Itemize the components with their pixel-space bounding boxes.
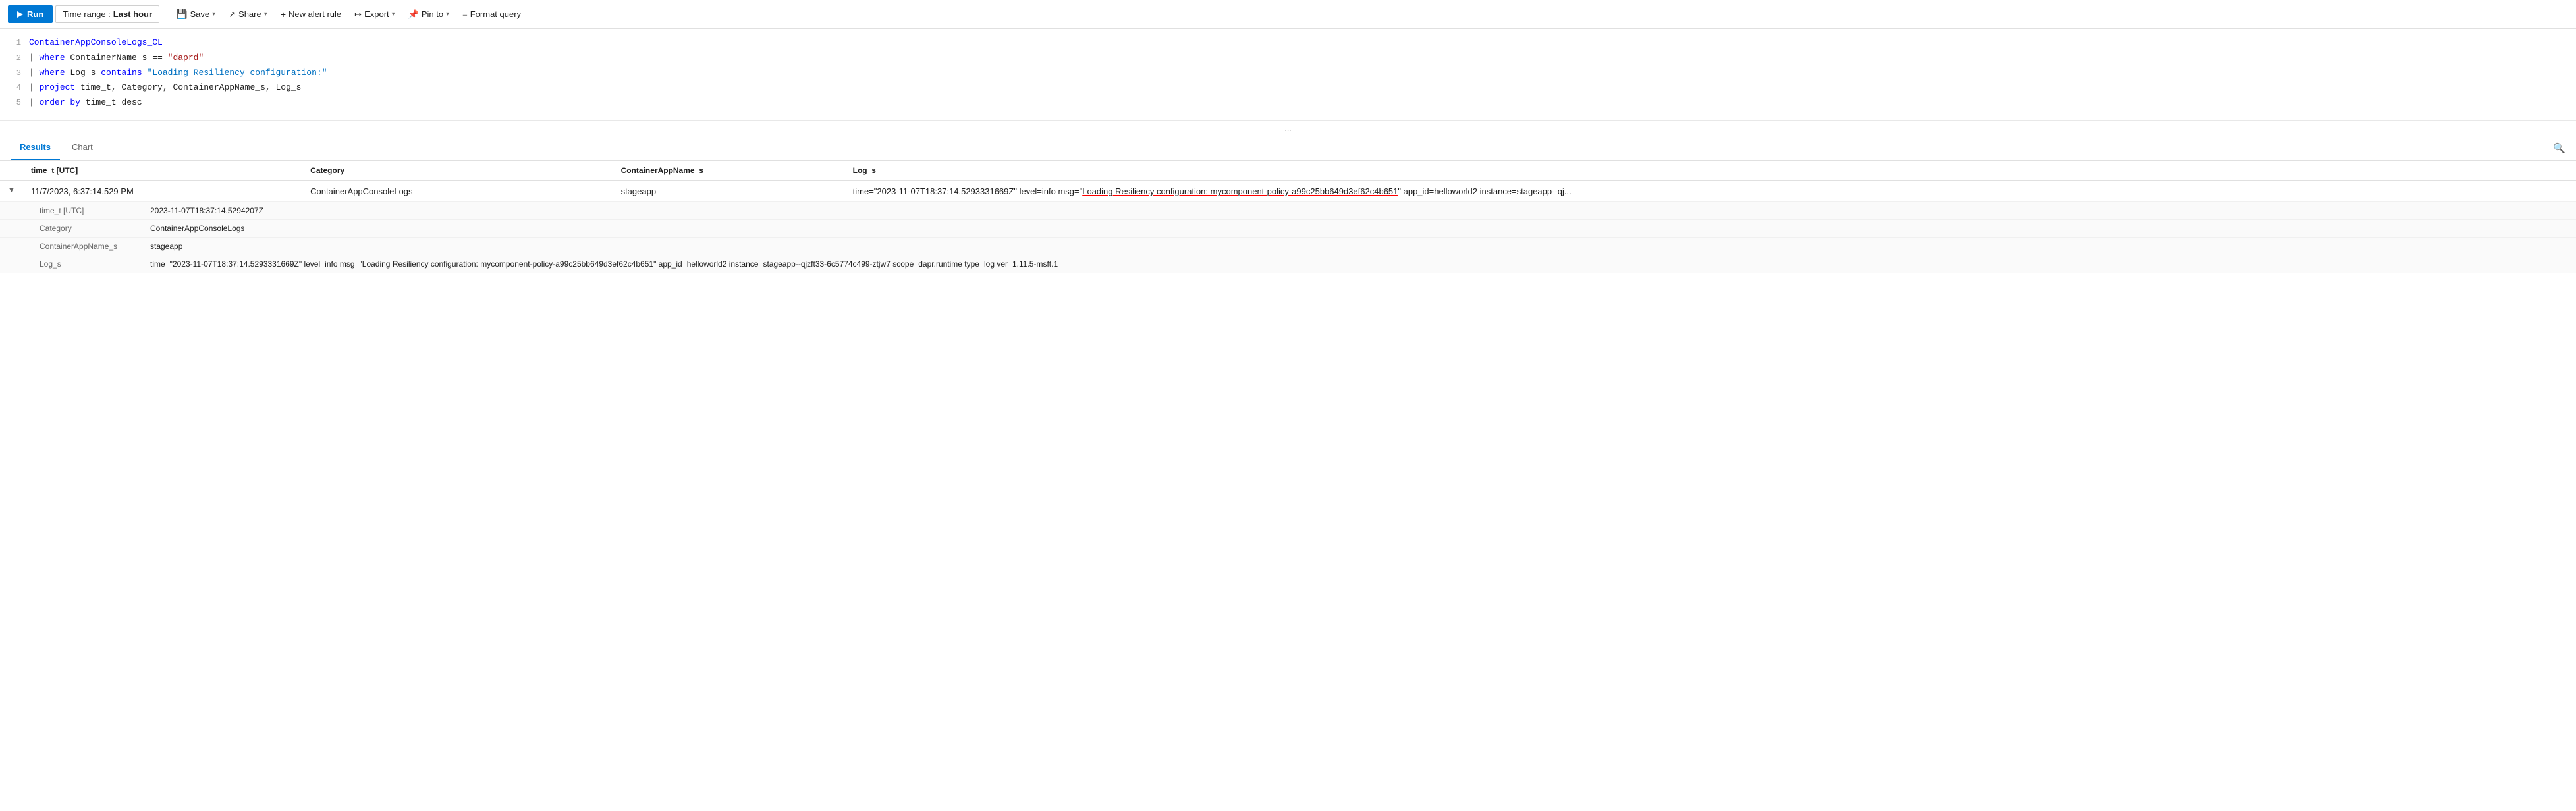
expand-val-time: 2023-11-07T18:37:14.5294207Z (150, 206, 263, 215)
line-num-3: 3 (8, 67, 21, 80)
expand-val-log: time="2023-11-07T18:37:14.5293331669Z" l… (150, 259, 1058, 269)
format-query-button[interactable]: ≡ Format query (457, 6, 526, 22)
table-header-row: time_t [UTC] Category ContainerAppName_s… (0, 161, 2576, 181)
code-line-3: 3 | where Log_s contains "Loading Resili… (0, 66, 2576, 81)
cell-appname: stageapp (613, 181, 845, 202)
toolbar: Run Time range : Last hour 💾 Save ▾ ↗ Sh… (0, 0, 2576, 29)
expand-label-time: time_t [UTC] (40, 206, 145, 215)
expand-row-category: Category ContainerAppConsoleLogs (0, 220, 2576, 238)
editor-ellipsis: ... (0, 121, 2576, 136)
cell-timestamp: 11/7/2023, 6:37:14.529 PM (23, 181, 302, 202)
cell-log: time="2023-11-07T18:37:14.5293331669Z" l… (845, 181, 2576, 202)
line-num-1: 1 (8, 37, 21, 49)
line-num-2: 2 (8, 52, 21, 65)
play-icon (17, 11, 23, 18)
time-range-button[interactable]: Time range : Last hour (55, 5, 159, 23)
search-icon[interactable]: 🔍 (2553, 142, 2565, 154)
col-header-category[interactable]: Category (302, 161, 613, 181)
share-button[interactable]: ↗ Share ▾ (223, 6, 273, 23)
format-query-label: Format query (470, 9, 521, 19)
pin-icon: 📌 (408, 9, 419, 20)
expand-row-appname: ContainerAppName_s stageapp (0, 238, 2576, 255)
export-chevron-icon: ▾ (392, 11, 395, 18)
code-editor[interactable]: 1 ContainerAppConsoleLogs_CL 2 | where C… (0, 29, 2576, 121)
tab-results[interactable]: Results (11, 136, 60, 160)
code-line-5: 5 | order by time_t desc (0, 95, 2576, 111)
col-header-log[interactable]: Log_s (845, 161, 2576, 181)
save-icon: 💾 (176, 9, 187, 20)
save-button[interactable]: 💾 Save ▾ (171, 5, 221, 23)
new-alert-button[interactable]: + New alert rule (275, 6, 346, 23)
expand-row-time: time_t [UTC] 2023-11-07T18:37:14.5294207… (0, 202, 2576, 220)
expand-row-log: Log_s time="2023-11-07T18:37:14.52933316… (0, 255, 2576, 273)
pin-to-label: Pin to (422, 9, 443, 19)
tabs-bar: Results Chart 🔍 (0, 136, 2576, 161)
save-label: Save (190, 9, 209, 19)
tab-chart[interactable]: Chart (63, 136, 102, 160)
expand-val-appname: stageapp (150, 242, 182, 251)
export-icon: ↦ (354, 9, 362, 20)
code-line-2: 2 | where ContainerName_s == "daprd" (0, 51, 2576, 66)
expand-val-category: ContainerAppConsoleLogs (150, 224, 244, 233)
code-line-1: 1 ContainerAppConsoleLogs_CL (0, 36, 2576, 51)
export-button[interactable]: ↦ Export ▾ (349, 6, 400, 23)
share-icon: ↗ (229, 9, 236, 20)
share-chevron-icon: ▾ (264, 11, 267, 18)
line-num-5: 5 (8, 97, 21, 109)
col-header-time[interactable]: time_t [UTC] (23, 161, 302, 181)
pin-to-button[interactable]: 📌 Pin to ▾ (403, 6, 454, 23)
expand-col-header (0, 161, 23, 181)
line-num-4: 4 (8, 82, 21, 94)
table-row: ▼ 11/7/2023, 6:37:14.529 PM ContainerApp… (0, 181, 2576, 202)
export-label: Export (364, 9, 389, 19)
new-alert-label: New alert rule (288, 9, 341, 19)
row-expand-toggle[interactable]: ▼ (0, 181, 23, 202)
time-range-value: Last hour (113, 9, 152, 19)
save-chevron-icon: ▾ (212, 11, 215, 18)
pin-chevron-icon: ▾ (446, 11, 449, 18)
plus-icon: + (281, 9, 286, 20)
results-table: time_t [UTC] Category ContainerAppName_s… (0, 161, 2576, 273)
run-label: Run (27, 9, 43, 19)
code-line-4: 4 | project time_t, Category, ContainerA… (0, 80, 2576, 95)
expand-label-appname: ContainerAppName_s (40, 242, 145, 251)
col-header-appname[interactable]: ContainerAppName_s (613, 161, 845, 181)
time-range-label: Time range : (63, 9, 111, 19)
expand-label-category: Category (40, 224, 145, 233)
expand-label-log: Log_s (40, 259, 145, 269)
cell-category: ContainerAppConsoleLogs (302, 181, 613, 202)
run-button[interactable]: Run (8, 5, 53, 23)
results-area: time_t [UTC] Category ContainerAppName_s… (0, 161, 2576, 273)
format-icon: ≡ (462, 9, 468, 19)
share-label: Share (238, 9, 261, 19)
